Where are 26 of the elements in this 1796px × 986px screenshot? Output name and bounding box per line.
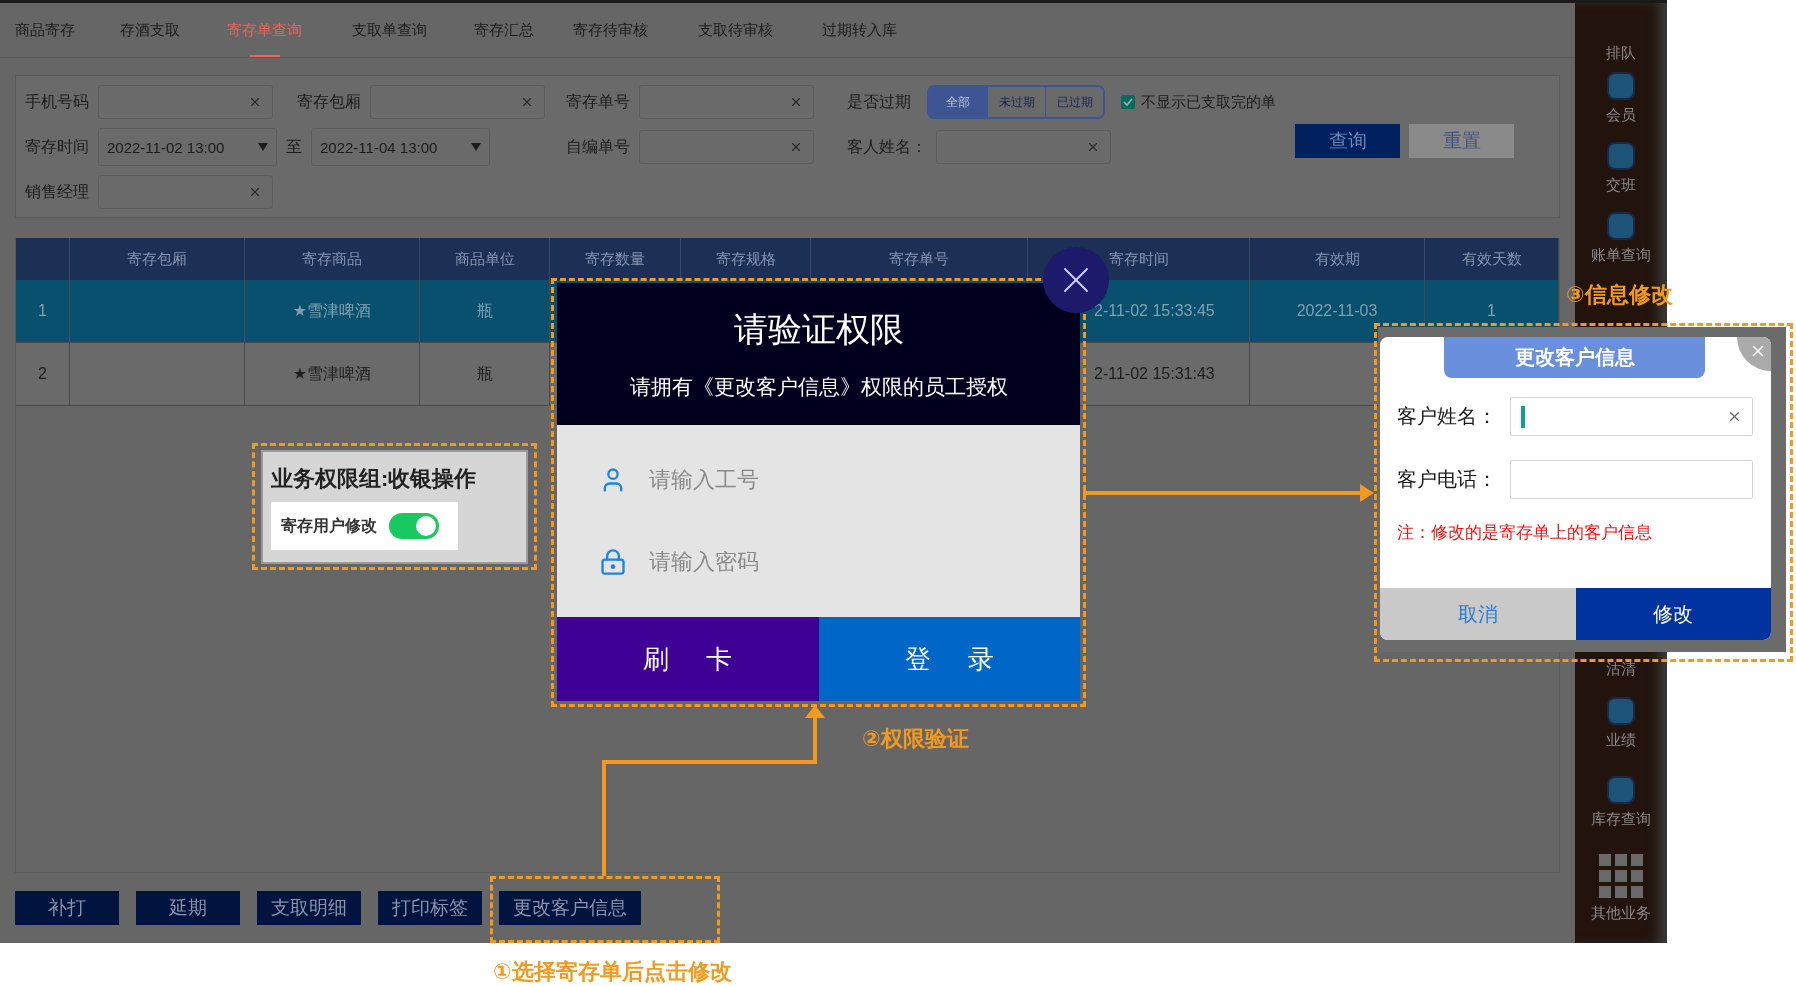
field-label: 客人姓名： — [847, 136, 927, 157]
field-label: 销售经理 — [25, 181, 89, 202]
annotation-text: ②权限验证 — [862, 725, 969, 753]
field-label: 自编单号 — [566, 136, 630, 157]
card-title: 业务权限组:收银操作 — [271, 465, 478, 493]
table-cell: 瓶 — [420, 280, 550, 342]
table-cell: 2 — [16, 343, 70, 405]
dialog-subtitle: 请拥有《更改客户信息》权限的员工授权 — [629, 374, 1008, 400]
field-label: 寄存包厢 — [297, 91, 361, 112]
table-cell: ★雪津啤酒 — [245, 343, 420, 405]
field-label: 是否过期 — [847, 91, 911, 112]
field-label: 手机号码 — [25, 91, 89, 112]
field-label: 寄存时间 — [25, 136, 89, 157]
dialog-title: 请验证权限 — [733, 309, 904, 350]
field-label: 寄存单号 — [566, 91, 630, 112]
dialog-title: 更改客户信息 — [1444, 337, 1705, 378]
checkbox-label: 不显示已支取完的单 — [1141, 92, 1276, 112]
field-label: 客户电话： — [1397, 467, 1494, 492]
table-cell: 瓶 — [420, 343, 550, 405]
annotation-text: ①选择寄存单后点击修改 — [493, 958, 732, 986]
range-separator: 至 — [286, 136, 302, 157]
note-text: 注：修改的是寄存单上的客户信息 — [1397, 522, 1653, 544]
setting-label: 寄存用户修改 — [281, 515, 377, 536]
table-cell: 1 — [16, 280, 70, 342]
table-cell: ★雪津啤酒 — [245, 280, 420, 342]
field-label: 客户姓名： — [1397, 404, 1494, 429]
